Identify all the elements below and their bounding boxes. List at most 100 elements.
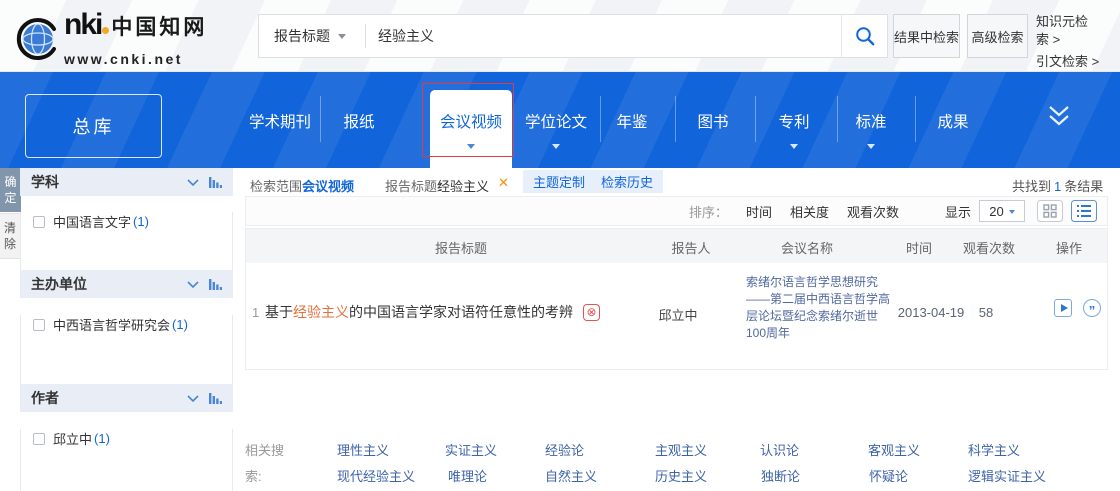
list-view-button[interactable] — [1071, 200, 1097, 222]
tab-dissertations[interactable]: 学位论文 — [525, 110, 587, 132]
remove-filter-close-icon[interactable]: ✕ — [498, 175, 509, 191]
search-within-results-button[interactable]: 结果中检索 — [893, 14, 960, 58]
cite-button[interactable]: ” — [1083, 299, 1101, 317]
checkbox[interactable] — [33, 319, 45, 331]
grid-view-button[interactable] — [1037, 200, 1063, 222]
speaker-name: 邱立中 — [658, 305, 697, 324]
cnki-logo[interactable]: nki 中国知网 www.cnki.net — [16, 11, 207, 67]
facet-item-label: 邱立中 — [53, 429, 92, 448]
related-link[interactable]: 怀疑论 — [869, 466, 908, 485]
view-count: 58 — [979, 305, 993, 320]
header-links: 知识元检 索 > 引文检索 > — [1036, 13, 1099, 71]
exclusive-badge-icon: ⊗ — [583, 304, 600, 321]
grid-view-icon — [1037, 200, 1063, 222]
divider — [320, 96, 321, 142]
facet-title: 作者 — [31, 388, 177, 408]
related-link[interactable]: 独断论 — [761, 466, 800, 485]
related-link[interactable]: 认识论 — [760, 440, 799, 459]
divider — [755, 96, 756, 142]
tab-academic-journals[interactable]: 学术期刊 — [249, 110, 311, 132]
tab-conference-video-selected[interactable]: 会议视频 — [430, 90, 512, 168]
tab-standards[interactable]: 标准 — [855, 110, 886, 132]
related-link[interactable]: 主观主义 — [655, 440, 707, 459]
facet-item[interactable]: 邱立中(1) — [21, 429, 232, 448]
chevron-down-icon — [1009, 210, 1015, 217]
facet-item[interactable]: 中国语言文字(1) — [21, 212, 232, 231]
facet-group-author: 作者 邱立中(1) — [20, 384, 233, 491]
logo-dot-icon — [102, 27, 109, 34]
collapse-chevron-icon[interactable] — [187, 179, 199, 186]
search-icon — [854, 25, 876, 47]
collapse-chevron-icon[interactable] — [187, 395, 199, 402]
search-scope-value: 报告标题 — [274, 26, 330, 46]
related-link[interactable]: 逻辑实证主义 — [968, 466, 1046, 485]
bar-chart-icon[interactable] — [209, 392, 222, 404]
checkbox[interactable] — [33, 216, 45, 228]
chevron-down-icon — [790, 144, 798, 153]
results-count-number: 1 — [1051, 179, 1064, 194]
clear-filter-button[interactable]: 清除 — [0, 213, 21, 259]
results-count-text: 共找到1条结果 — [1012, 176, 1103, 195]
row-index: 1 — [252, 305, 259, 320]
tab-books[interactable]: 图书 — [697, 110, 728, 132]
search-history-button[interactable]: 检索历史 — [591, 170, 663, 193]
facet-group-organizer: 主办单位 中西语言哲学研究会(1) — [20, 270, 233, 389]
tab-achievements[interactable]: 成果 — [937, 110, 968, 132]
tab-newspapers[interactable]: 报纸 — [343, 110, 374, 132]
search-scope-dropdown[interactable]: 报告标题 — [259, 15, 365, 57]
page-size-select[interactable]: 20 — [979, 200, 1025, 222]
divider — [915, 96, 916, 142]
result-title-link[interactable]: 基于经验主义的中国语言学家对语符任意性的考辨 ⊗ — [265, 302, 600, 322]
divider — [837, 96, 838, 142]
divider — [675, 96, 676, 142]
facet-item-count: (1) — [133, 214, 149, 229]
tab-total-library[interactable]: 总库 — [25, 94, 162, 158]
chevron-down-icon — [552, 144, 560, 153]
facet-item-label: 中西语言哲学研究会 — [53, 315, 170, 334]
facet-item[interactable]: 中西语言哲学研究会(1) — [21, 315, 232, 334]
related-link[interactable]: 理性主义 — [337, 440, 389, 459]
topic-customize-button[interactable]: 主题定制 — [523, 170, 595, 193]
related-link[interactable]: 现代经验主义 — [337, 466, 415, 485]
citation-search-link[interactable]: 引文检索 > — [1036, 53, 1099, 71]
conference-name-link[interactable]: 索绪尔语言哲学思想研究——第二届中西语言哲学高层论坛暨纪念索绪尔逝世100周年 — [746, 274, 892, 342]
sort-label: 排序： — [689, 202, 728, 221]
col-conference-name: 会议名称 — [781, 238, 833, 257]
checkbox[interactable] — [33, 433, 45, 445]
related-link[interactable]: 实证主义 — [445, 440, 497, 459]
logo-brand: nki — [64, 11, 101, 39]
display-label: 显示 — [945, 202, 971, 221]
related-search-label: 相关搜 — [245, 440, 284, 459]
related-link[interactable]: 唯理论 — [448, 466, 487, 485]
related-link[interactable]: 客观主义 — [868, 440, 920, 459]
related-link[interactable]: 科学主义 — [968, 440, 1020, 459]
search-input[interactable] — [366, 15, 841, 57]
knowledge-element-search-link[interactable]: 知识元检 索 > — [1036, 13, 1099, 49]
tab-patents[interactable]: 专利 — [778, 110, 809, 132]
bar-chart-icon[interactable] — [209, 278, 222, 290]
facet-item-count: (1) — [94, 431, 110, 446]
tab-yearbooks[interactable]: 年鉴 — [616, 110, 647, 132]
bar-chart-icon[interactable] — [209, 176, 222, 188]
tab-conference-video-label: 会议视频 — [440, 110, 502, 132]
table-header-row: 报告标题 报告人 会议名称 时间 观看次数 操作 — [246, 229, 1107, 263]
sort-by-time[interactable]: 时间 — [746, 202, 772, 221]
related-link[interactable]: 经验论 — [545, 440, 584, 459]
collapse-chevron-icon[interactable] — [187, 281, 199, 288]
divider — [600, 96, 601, 142]
apply-filter-button[interactable]: 确定 — [0, 168, 21, 212]
search-button[interactable] — [841, 15, 887, 57]
sort-by-relevance[interactable]: 相关度 — [790, 202, 829, 221]
double-chevron-down-icon — [1046, 104, 1072, 128]
related-link[interactable]: 自然主义 — [545, 466, 597, 485]
facet-group-subject: 学科 中国语言文字(1) — [20, 168, 233, 276]
advanced-search-button[interactable]: 高级检索 — [967, 14, 1028, 58]
related-link[interactable]: 历史主义 — [655, 466, 707, 485]
play-video-button[interactable] — [1054, 299, 1072, 317]
report-date: 2013-04-19 — [898, 305, 965, 320]
sort-by-views[interactable]: 观看次数 — [847, 202, 899, 221]
col-report-title: 报告标题 — [435, 238, 487, 257]
chevron-down-icon — [867, 144, 875, 153]
more-categories-button[interactable] — [1046, 104, 1072, 133]
col-actions: 操作 — [1056, 238, 1082, 257]
